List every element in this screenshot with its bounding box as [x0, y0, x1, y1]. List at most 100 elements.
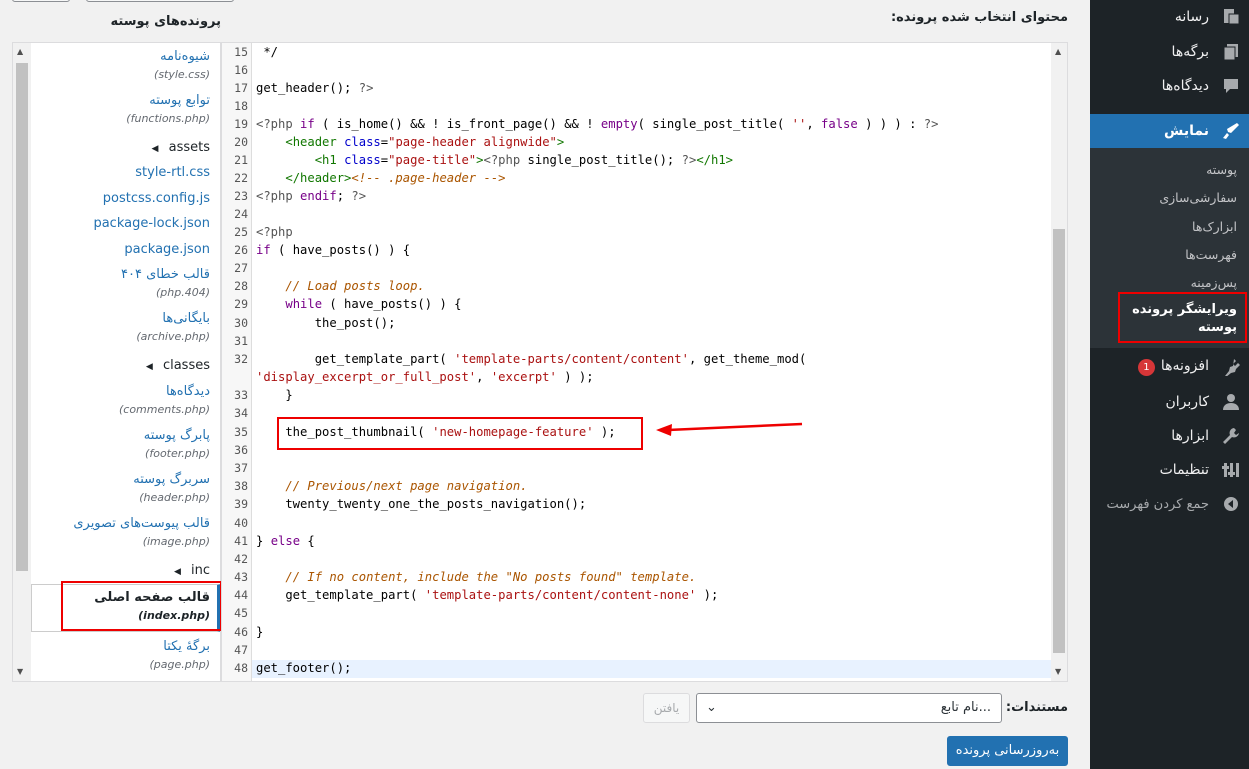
file-path: (archive.php): [136, 330, 210, 343]
file-item-package-lock[interactable]: package-lock.json: [35, 216, 210, 232]
line-number: 21: [234, 153, 248, 167]
code-editor[interactable]: 15 16 17 18 19 20 21 22 23 24 25 26 27 28 29 30 31 32 33 34…: [221, 42, 1068, 682]
line-number: 26: [234, 243, 248, 257]
submenu-item-themes[interactable]: پوسته: [1206, 162, 1237, 177]
sidebar-item-settings[interactable]: تنظیمات: [1090, 453, 1249, 487]
line-number: 23: [234, 189, 248, 203]
file-item-functions[interactable]: توابع پوسته (functions.php): [35, 93, 210, 126]
file-name: شیوه‌نامه: [160, 49, 210, 64]
line-number: 31: [234, 334, 248, 348]
line-number: 47: [234, 643, 248, 657]
sidebar-item-plugins[interactable]: افزونه‌ها 1: [1090, 350, 1249, 384]
line-number: 40: [234, 516, 248, 530]
function-name-select[interactable]: ...نام تابع ⌄: [696, 693, 1002, 723]
line-number: 33: [234, 388, 248, 402]
submenu-item-background[interactable]: پس‌زمینه: [1191, 275, 1237, 290]
scroll-down-icon[interactable]: ▼: [1055, 667, 1061, 676]
line-number: 36: [234, 443, 248, 457]
scroll-up-icon[interactable]: ▲: [1055, 47, 1061, 56]
line-number: 38: [234, 479, 248, 493]
file-item-archive[interactable]: بایگانی‌ها (archive.php): [35, 311, 210, 344]
line-number: 15: [234, 45, 248, 59]
scroll-down-icon[interactable]: ▼: [17, 667, 23, 676]
sidebar-item-label: جمع کردن فهرست: [1106, 496, 1209, 512]
folder-toggle-icon: ◀: [145, 362, 153, 372]
code-line: get_template_part( 'template-parts/conte…: [256, 352, 807, 366]
line-number: 25: [234, 225, 248, 239]
lookup-button[interactable]: یافتن: [643, 693, 690, 723]
code-line: }: [256, 625, 264, 639]
folder-assets[interactable]: assets ◀: [35, 140, 210, 155]
folder-name: inc: [191, 563, 210, 578]
file-item-header[interactable]: سربرگ پوسته (header.php): [35, 472, 210, 505]
code-line: 'display_excerpt_or_full_post', 'excerpt…: [256, 370, 594, 384]
code-line: <header class="page-header alignwide">: [285, 135, 565, 149]
line-number: 17: [234, 81, 248, 95]
current-file-annotation-box: [61, 581, 222, 631]
folder-classes[interactable]: classes ◀: [35, 358, 210, 373]
plugins-icon: [1213, 350, 1249, 384]
line-number: 42: [234, 552, 248, 566]
file-list-scrollbar[interactable]: ▲ ▼: [13, 43, 31, 681]
sidebar-item-label: برگه‌ها: [1171, 44, 1209, 60]
collapse-menu-button[interactable]: جمع کردن فهرست: [1090, 487, 1249, 521]
line-number: 18: [234, 99, 248, 113]
file-item-comments[interactable]: دیدگاه‌ها (comments.php): [35, 384, 210, 417]
code-line: // Previous/next page navigation.: [285, 479, 528, 493]
submenu-item-customize[interactable]: سفارشی‌سازی: [1159, 190, 1237, 205]
code-line: the_post();: [256, 316, 396, 330]
update-file-button[interactable]: به‌روزرسانی پرونده: [947, 736, 1068, 766]
submenu-item-menus[interactable]: فهرست‌ها: [1185, 247, 1237, 262]
file-path: (page.php): [149, 658, 211, 671]
active-line-highlight: [252, 660, 1052, 678]
folder-inc[interactable]: inc ◀: [35, 563, 210, 578]
line-number: 39: [234, 497, 248, 511]
sidebar-item-media[interactable]: رسانه: [1090, 0, 1249, 34]
code-line: get_template_part( 'template-parts/conte…: [256, 588, 719, 602]
function-name-select-value: ...نام تابع: [940, 700, 991, 715]
line-number: 43: [234, 570, 248, 584]
scroll-up-icon[interactable]: ▲: [17, 47, 23, 56]
folder-toggle-icon: ◀: [151, 144, 159, 154]
file-item-style[interactable]: شیوه‌نامه (style.css): [35, 49, 210, 82]
file-item-page[interactable]: برگهٔ یکتا (page.php): [35, 639, 211, 672]
sidebar-item-pages[interactable]: برگه‌ها: [1090, 35, 1249, 69]
sidebar-item-label: نمایش: [1164, 123, 1209, 139]
file-item-package[interactable]: package.json: [35, 242, 210, 258]
sidebar-item-label: ابزارها: [1171, 428, 1209, 444]
sidebar-item-tools[interactable]: ابزارها: [1090, 419, 1249, 453]
file-name: سربرگ پوسته: [133, 472, 210, 487]
code-line: // If no content, include the "No posts …: [285, 570, 697, 584]
comments-icon: [1213, 69, 1249, 103]
file-path: (functions.php): [126, 112, 210, 125]
file-name: بایگانی‌ها: [162, 311, 210, 326]
line-number: 22: [234, 171, 248, 185]
line-number: 45: [234, 606, 248, 620]
top-button-partial-2[interactable]: [86, 0, 234, 2]
submenu-item-widgets[interactable]: ابزارک‌ها: [1192, 219, 1237, 234]
line-number: 29: [234, 297, 248, 311]
code-line: get_header(); ?>: [256, 81, 374, 95]
line-number: 41: [234, 534, 248, 548]
editor-scroll-thumb[interactable]: [1053, 229, 1065, 653]
file-name: توابع پوسته: [149, 93, 210, 108]
code-line: while ( have_posts() ) {: [285, 297, 462, 311]
update-count-badge: 1: [1137, 359, 1155, 376]
file-list-scroll-thumb[interactable]: [16, 63, 28, 571]
editor-scrollbar[interactable]: ▲ ▼: [1051, 43, 1067, 681]
file-item-footer[interactable]: پابرگ پوسته (footer.php): [35, 428, 210, 461]
sidebar-item-comments[interactable]: دیدگاه‌ها: [1090, 69, 1249, 103]
tools-icon: [1213, 419, 1249, 453]
file-item-style-rtl[interactable]: style-rtl.css: [35, 165, 210, 181]
appearance-icon: [1213, 114, 1249, 148]
sidebar-item-label: کاربران: [1165, 394, 1209, 410]
sidebar-item-appearance[interactable]: نمایش: [1082, 114, 1249, 148]
users-icon: [1213, 385, 1249, 419]
file-item-404[interactable]: قالب خطای ۴۰۴ (404.php): [35, 267, 210, 300]
file-item-postcss[interactable]: postcss.config.js: [35, 191, 210, 207]
top-button-partial[interactable]: [12, 0, 70, 2]
sidebar-item-users[interactable]: کاربران: [1090, 385, 1249, 419]
line-number: 24: [234, 207, 248, 221]
file-item-image[interactable]: قالب پیوست‌های تصویری (image.php): [35, 516, 210, 549]
sidebar-item-label: تنظیمات: [1159, 462, 1209, 478]
